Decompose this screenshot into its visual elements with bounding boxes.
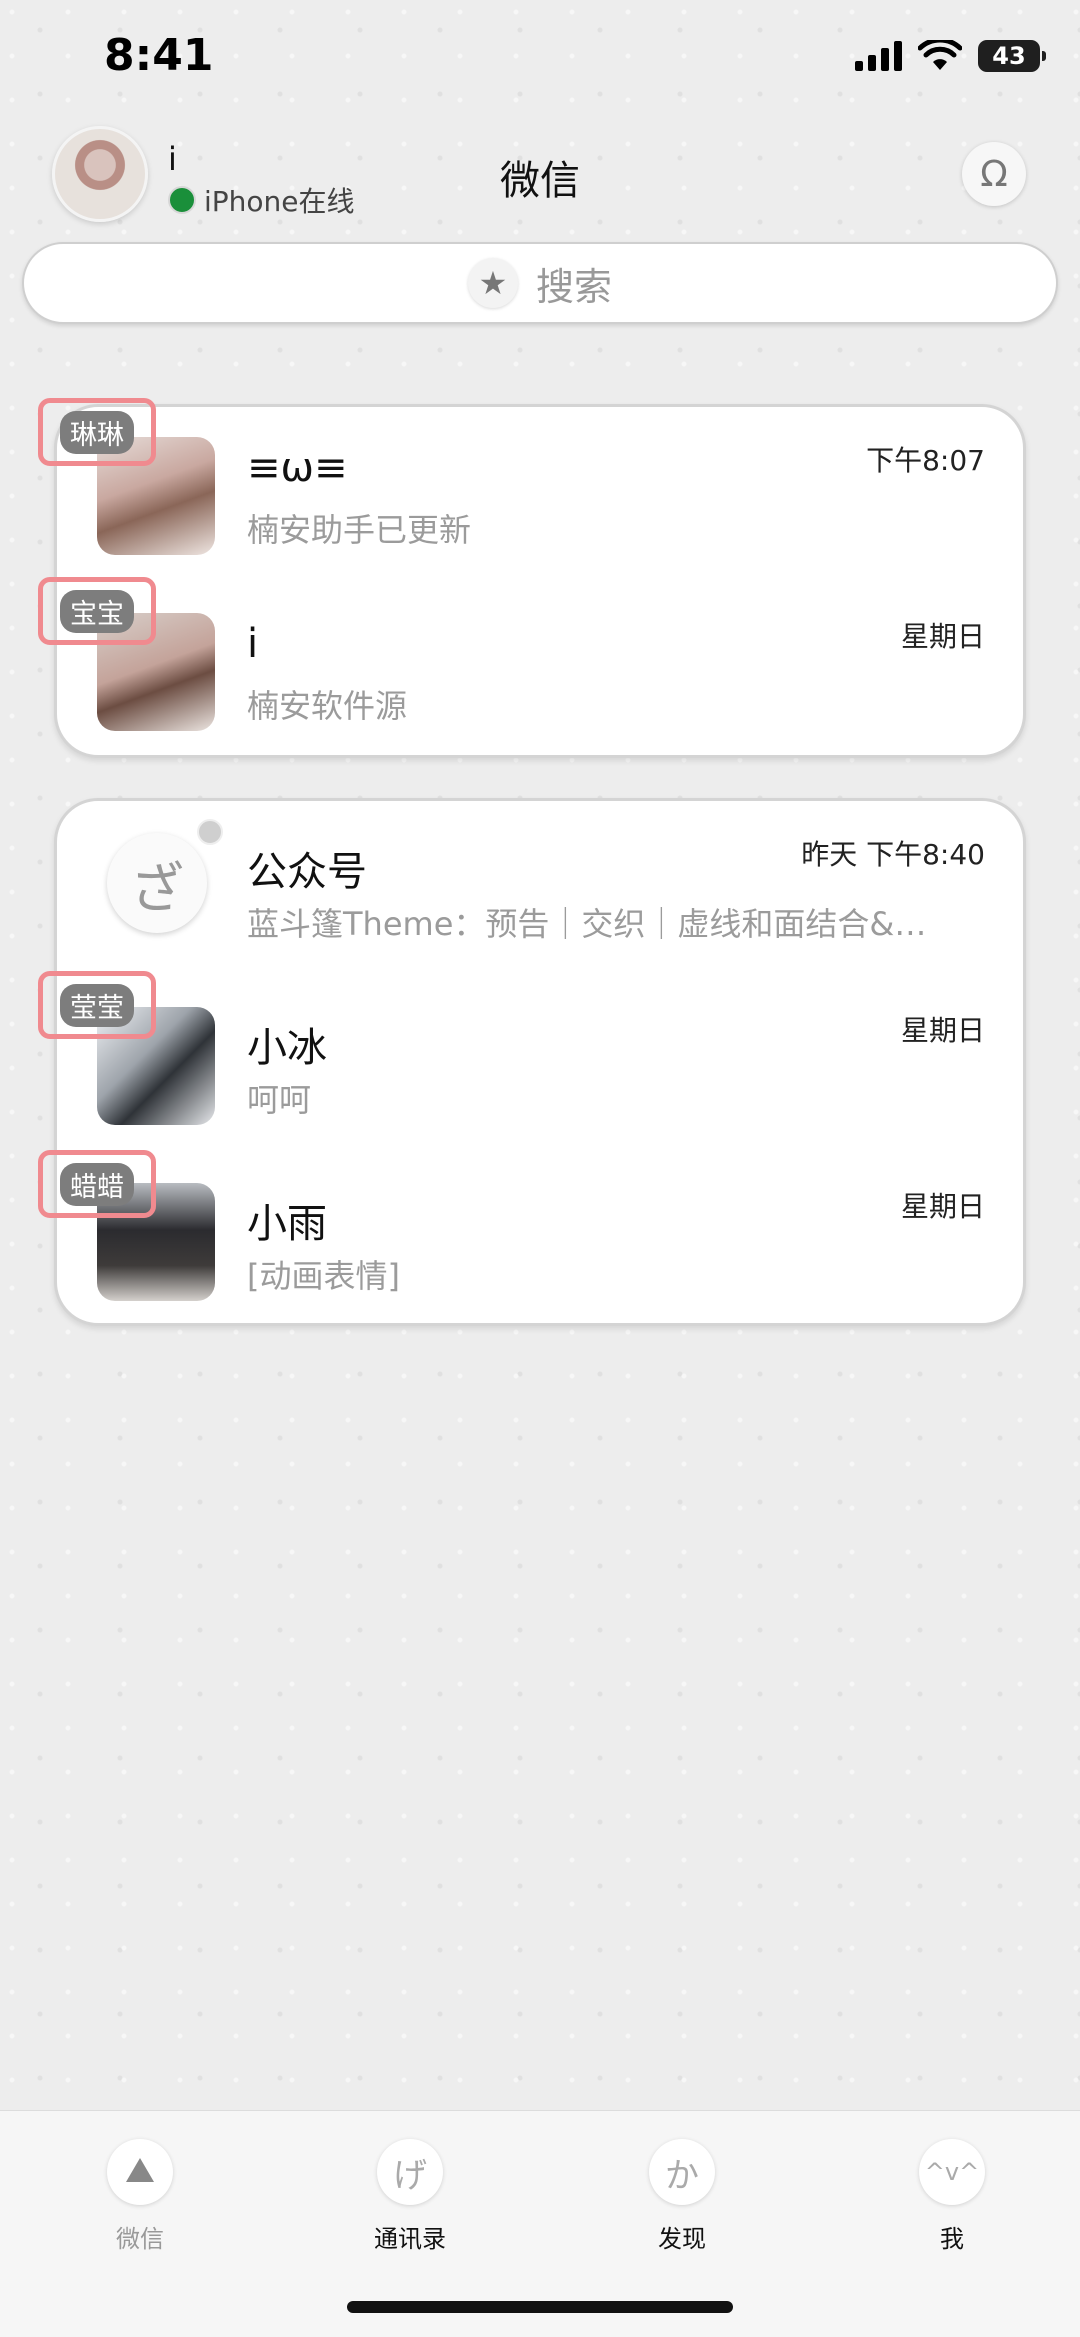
chat-name: i <box>247 621 259 667</box>
chat-preview: 蓝斗篷Theme：预告｜交织｜虚线和面结合&… <box>247 905 927 943</box>
home-indicator[interactable] <box>347 2301 733 2313</box>
tab-contacts[interactable]: げ 通讯录 <box>340 2139 480 2254</box>
nickname-tag-label: 蜡蜡 <box>60 1162 134 1206</box>
chat-name: 公众号 <box>247 849 367 895</box>
tab-label: 通讯录 <box>374 2225 446 2253</box>
tab-me[interactable]: ^v^ 我 <box>882 2139 1022 2254</box>
chat-time: 星期日 <box>900 620 985 653</box>
chat-group-2: ざ 公众号 蓝斗篷Theme：预告｜交织｜虚线和面结合&… 昨天 下午8:40 … <box>54 798 1026 1326</box>
status-time: 8:41 <box>104 30 214 81</box>
status-icons: 43 <box>855 40 1046 72</box>
chat-row-2[interactable]: i 楠安软件源 星期日 <box>57 583 1023 759</box>
nickname-tag: 琳琳 <box>38 398 156 466</box>
page-title: 微信 <box>500 158 580 204</box>
chat-row-xiaobing[interactable]: 小冰 呵呵 星期日 <box>57 977 1023 1153</box>
status-bar: 8:41 43 <box>0 0 1080 120</box>
chat-time: 下午8:07 <box>866 444 985 477</box>
chat-preview: 呵呵 <box>247 1081 312 1119</box>
contacts-icon: げ <box>377 2139 443 2205</box>
tab-label: 发现 <box>658 2225 706 2253</box>
chat-time: 昨天 下午8:40 <box>801 838 985 871</box>
chat-row-official-accounts[interactable]: ざ 公众号 蓝斗篷Theme：预告｜交织｜虚线和面结合&… 昨天 下午8:40 <box>57 801 1023 977</box>
chat-name: ≡ω≡ <box>247 445 348 491</box>
star-icon: ★ <box>467 258 518 308</box>
omega-icon[interactable]: Ω <box>962 142 1026 206</box>
search-bar[interactable]: ★ 搜索 <box>22 242 1058 324</box>
search-placeholder: 搜索 <box>535 264 612 309</box>
nickname-tag-label: 宝宝 <box>60 589 134 633</box>
nickname-tag: 宝宝 <box>38 577 156 645</box>
chat-time: 星期日 <box>900 1190 985 1223</box>
nickname-tag-label: 莹莹 <box>60 983 134 1027</box>
battery-icon: 43 <box>978 40 1046 72</box>
nickname-tag-label: 琳琳 <box>60 410 134 454</box>
triangle-icon <box>107 2139 173 2205</box>
wifi-icon <box>918 40 962 70</box>
chat-preview: 楠安软件源 <box>247 687 408 725</box>
chat-row-1[interactable]: ≡ω≡ 楠安助手已更新 下午8:07 <box>57 407 1023 583</box>
tab-label: 我 <box>940 2225 964 2253</box>
chat-preview: [动画表情] <box>247 1257 400 1295</box>
chat-row-xiaoyu[interactable]: 小雨 [动画表情] 星期日 <box>57 1153 1023 1329</box>
nickname-tag: 莹莹 <box>38 971 156 1039</box>
me-icon: ^v^ <box>919 2139 985 2205</box>
header: i iPhone在线 微信 Ω <box>0 120 1080 230</box>
nickname-tag: 蜡蜡 <box>38 1150 156 1218</box>
discover-icon: か <box>649 2139 715 2205</box>
tab-label: 微信 <box>116 2225 164 2253</box>
chat-time: 星期日 <box>900 1014 985 1047</box>
chat-name: 小冰 <box>247 1025 327 1071</box>
tab-wechat[interactable]: 微信 <box>70 2139 210 2254</box>
chat-name: 小雨 <box>247 1201 327 1247</box>
unread-dot-icon <box>197 819 223 845</box>
chat-group-1: ≡ω≡ 楠安助手已更新 下午8:07 i 楠安软件源 星期日 <box>54 404 1026 758</box>
official-accounts-avatar: ざ <box>107 833 207 933</box>
cellular-signal-icon <box>855 41 902 71</box>
chat-preview: 楠安助手已更新 <box>247 511 472 549</box>
tab-discover[interactable]: か 发现 <box>612 2139 752 2254</box>
